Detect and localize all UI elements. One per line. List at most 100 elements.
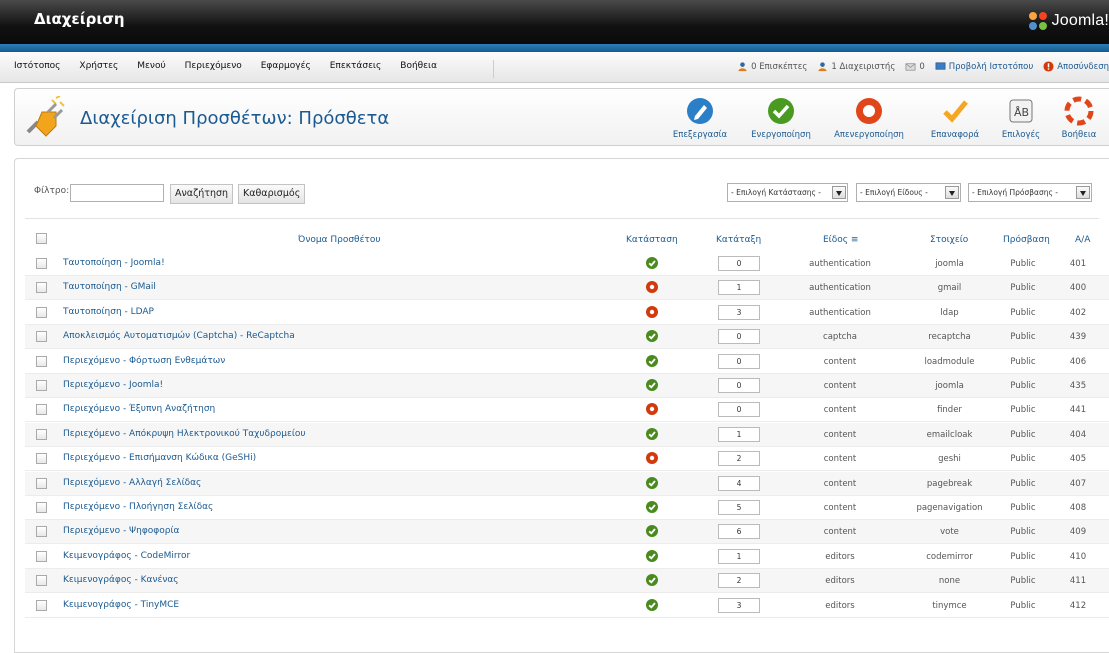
clear-button[interactable]: Καθαρισμός [238,184,306,204]
ordering-input[interactable]: 1 [718,280,760,296]
col-element[interactable]: Στοιχείο [930,235,968,245]
plugin-type: content [823,503,857,513]
enabled-status-icon[interactable] [646,598,658,611]
row-checkbox[interactable] [36,258,47,269]
row-checkbox[interactable] [36,526,47,538]
row-checkbox[interactable] [36,575,47,587]
plugin-name-link[interactable]: Ταυτοποίηση - GMail [63,282,156,292]
enabled-status-icon[interactable] [646,354,658,367]
ordering-input[interactable]: 0 [718,329,760,345]
enabled-status-icon[interactable] [646,501,658,513]
filter-input[interactable] [70,184,164,202]
plugin-name-link[interactable]: Περιεχόμενο - Έξυπνη Αναζήτηση [63,404,215,414]
plugin-name-link[interactable]: Αποκλεισμός Αυτοματισμών (Captcha) - ReC… [63,331,295,341]
joomla-logo-icon [1028,12,1047,30]
help-button[interactable]: Βοήθεια [1054,96,1104,140]
enabled-status-icon[interactable] [646,257,658,269]
plugin-name-link[interactable]: Περιεχόμενο - Απόκρυψη Ηλεκτρονικού Ταχυ… [63,429,306,439]
row-checkbox[interactable] [36,477,47,489]
ordering-input[interactable]: 2 [718,573,760,589]
logout-link[interactable]: Αποσύνδεση [1043,61,1109,72]
menu-extensions[interactable]: Επεκτάσεις [322,61,390,71]
messages-status[interactable]: 0 [905,61,925,72]
enabled-status-icon[interactable] [646,574,658,587]
edit-button[interactable]: Επεξεργασία [668,96,732,140]
col-id[interactable]: Α/Α [1075,235,1090,245]
ordering-input[interactable]: 1 [718,426,760,442]
plugin-id: 400 [1069,283,1087,294]
enabled-status-icon[interactable] [646,525,658,538]
col-ordering[interactable]: Κατάταξη [716,235,761,245]
col-status[interactable]: Κατάσταση [626,235,678,245]
row-checkbox[interactable] [36,404,47,416]
options-button[interactable]: ÅB Επιλογές [996,96,1046,140]
plugin-name-link[interactable]: Κειμενογράφος - Κανένας [63,575,179,585]
menu-site[interactable]: Ιστότοπος [10,61,68,71]
enabled-status-icon[interactable] [646,549,658,562]
enabled-status-icon[interactable] [646,330,658,343]
plugin-name-link[interactable]: Περιεχόμενο - Αλλαγή Σελίδας [63,478,201,488]
page-title: Διαχείριση Προσθέτων: Πρόσθετα [80,108,390,129]
plugin-name-link[interactable]: Περιεχόμενο - Πλοήγηση Σελίδας [63,502,213,512]
plugin-name-link[interactable]: Περιεχόμενο - Επισήμανση Κώδικα (GeSHi) [63,453,256,463]
row-checkbox[interactable] [36,550,47,562]
row-checkbox[interactable] [36,599,47,611]
plugin-name-link[interactable]: Περιεχόμενο - Φόρτωση Ενθεμάτων [63,356,225,366]
disabled-status-icon[interactable] [646,281,658,294]
plugin-type: editors [825,551,855,562]
enable-button[interactable]: Ενεργοποίηση [744,96,818,140]
enabled-status-icon[interactable] [646,379,658,391]
plugin-element: pagenavigation [916,503,983,513]
row-checkbox[interactable] [36,331,47,343]
enabled-status-icon[interactable] [646,427,658,440]
ordering-input[interactable]: 2 [718,451,760,467]
ordering-input[interactable]: 5 [718,500,760,515]
disabled-status-icon[interactable] [646,452,658,465]
ordering-input[interactable]: 0 [718,378,760,393]
type-select[interactable]: - Επιλογή Είδους - [856,183,961,202]
ordering-input[interactable]: 0 [718,353,760,369]
plugin-name-link[interactable]: Περιεχόμενο - Joomla! [63,380,163,390]
menu-content[interactable]: Περιεχόμενο [177,61,250,71]
view-site-link[interactable]: Προβολή Ιστοτόπου [935,61,1033,72]
row-checkbox[interactable] [36,380,47,391]
ordering-input[interactable]: 3 [718,304,760,320]
select-all-checkbox[interactable] [36,233,47,244]
row-checkbox[interactable] [36,306,47,318]
plugin-id: 402 [1069,307,1087,318]
disable-button[interactable]: Απενεργοποίηση [822,96,916,140]
access-select[interactable]: - Επιλογή Πρόσβασης - [968,183,1092,202]
menu-help[interactable]: Βοήθεια [392,61,445,71]
enabled-status-icon[interactable] [646,476,658,489]
col-type[interactable]: Είδος ≡ [823,235,858,245]
ordering-input[interactable]: 1 [718,548,760,564]
plugin-name-link[interactable]: Ταυτοποίηση - LDAP [63,307,154,317]
ordering-input[interactable]: 3 [718,597,760,613]
plugin-type: captcha [823,332,857,343]
row-checkbox[interactable] [36,282,47,294]
ordering-input[interactable]: 6 [718,524,760,540]
disabled-status-icon[interactable] [646,305,658,318]
row-checkbox[interactable] [36,428,47,440]
ordering-input[interactable]: 0 [718,256,760,271]
row-checkbox[interactable] [36,502,47,513]
plugin-name-link[interactable]: Περιεχόμενο - Ψηφοφορία [63,526,179,536]
search-button[interactable]: Αναζήτηση [170,184,234,204]
menu-users[interactable]: Χρήστες [71,61,126,71]
plugin-type: content [823,381,857,391]
ordering-input[interactable]: 4 [718,475,760,491]
menu-components[interactable]: Εφαρμογές [253,61,319,71]
row-checkbox[interactable] [36,453,47,465]
disabled-status-icon[interactable] [646,403,658,416]
state-select[interactable]: - Επιλογή Κατάστασης - [727,183,848,202]
plugin-name-link[interactable]: Κειμενογράφος - TinyMCE [63,600,179,610]
plugin-access: Public [1010,454,1036,465]
ordering-input[interactable]: 0 [718,402,760,418]
menu-menus[interactable]: Μενού [129,61,173,71]
col-access[interactable]: Πρόσβαση [1003,235,1050,245]
row-checkbox[interactable] [36,355,47,367]
col-name[interactable]: Όνομα Προσθέτου [298,235,381,245]
plugin-name-link[interactable]: Κειμενογράφος - CodeMirror [63,551,190,561]
checkin-button[interactable]: Επαναφορά [924,96,986,140]
plugin-name-link[interactable]: Ταυτοποίηση - Joomla! [63,258,165,268]
